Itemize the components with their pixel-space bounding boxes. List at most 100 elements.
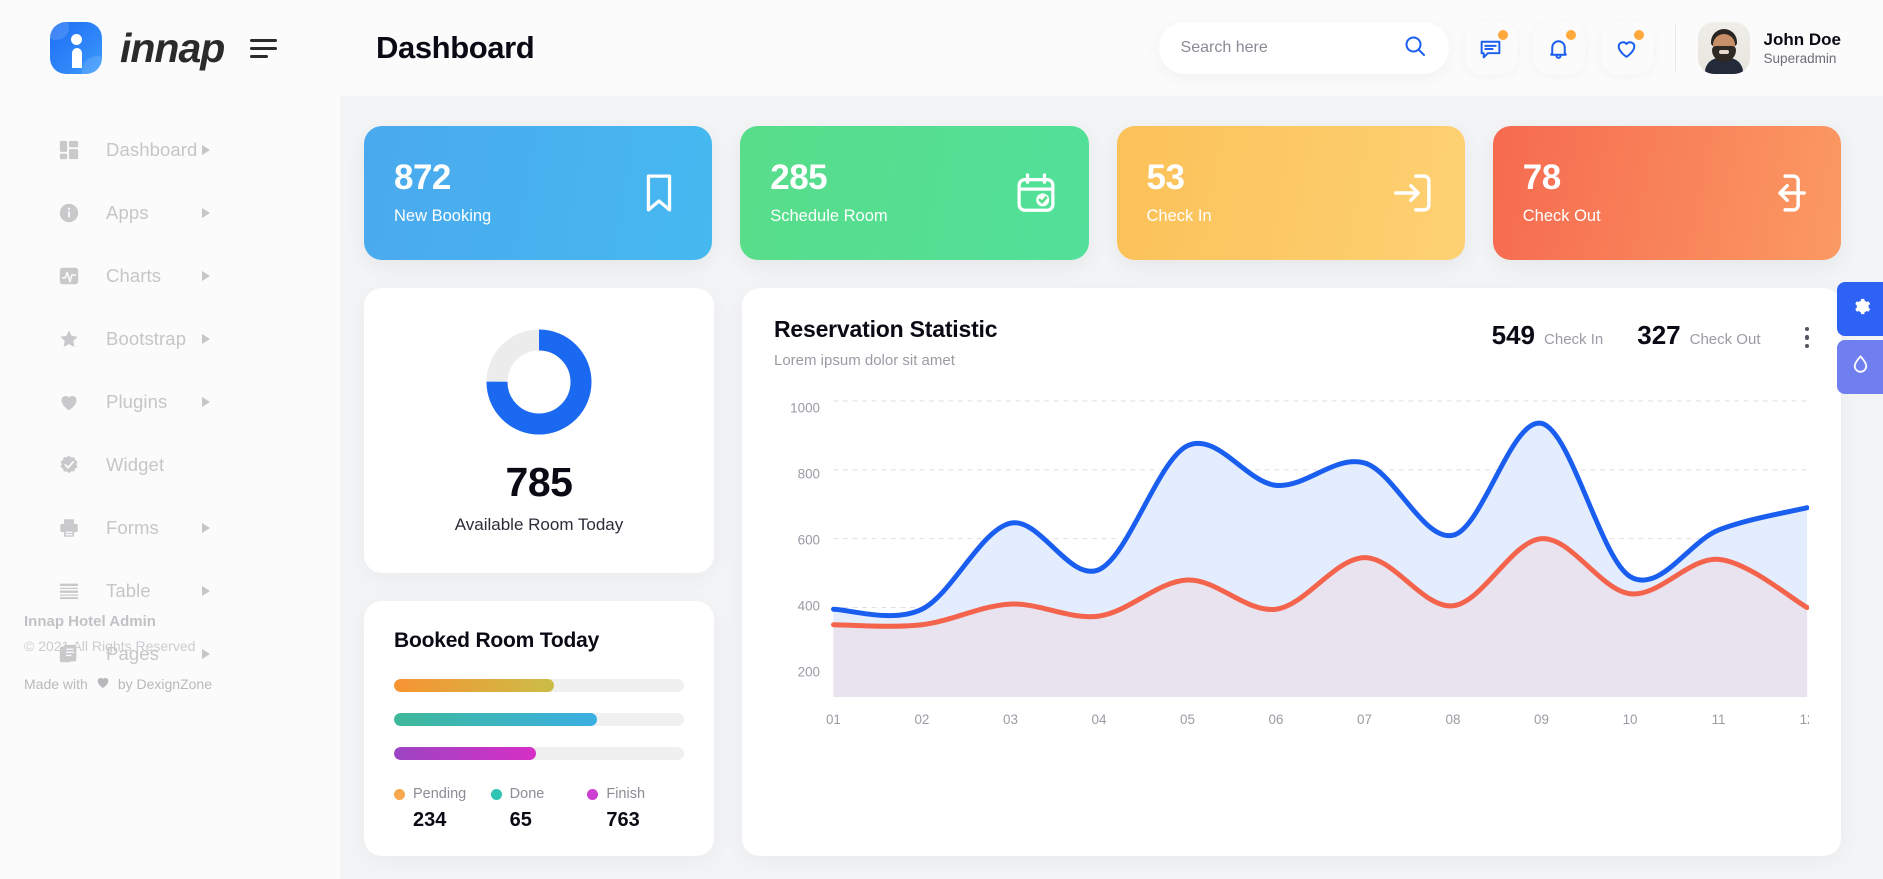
svg-text:01: 01: [826, 712, 841, 727]
badge-check-icon: [58, 454, 80, 476]
svg-text:09: 09: [1534, 712, 1549, 727]
search-icon[interactable]: [1403, 34, 1427, 63]
legend-item-done: Done 65: [490, 786, 588, 832]
svg-text:600: 600: [798, 533, 820, 548]
booked-room-title: Booked Room Today: [394, 629, 600, 652]
svg-text:07: 07: [1357, 712, 1372, 727]
legend-item-pending: Pending 234: [394, 786, 491, 832]
sidebar-item-label: Apps: [106, 201, 149, 223]
svg-text:06: 06: [1269, 712, 1284, 727]
header-actions: John Doe Superadmin: [1158, 22, 1883, 74]
legend-value: 65: [509, 809, 532, 831]
chart-summary-stats: 549 Check In 327 Check Out: [1492, 316, 1809, 351]
droplet-icon: [1849, 353, 1872, 381]
message-icon-button[interactable]: [1464, 22, 1517, 74]
sidebar-item-bootstrap[interactable]: Bootstrap: [0, 307, 340, 370]
svg-text:11: 11: [1712, 712, 1726, 727]
sidebar: Dashboard Apps Charts Bootstrap Plugins Widge…: [0, 96, 340, 879]
chart-stat-checkout-value: 327: [1637, 320, 1681, 350]
stat-cards-row: 872 New Booking 285 Schedule Room 53 Check In…: [364, 126, 1841, 260]
chevron-right-icon[interactable]: [202, 585, 210, 596]
chart-icon: [58, 265, 80, 287]
chevron-right-icon[interactable]: [202, 270, 210, 281]
available-room-donut: [484, 327, 594, 437]
sidebar-item-plugins[interactable]: Plugins: [0, 370, 340, 433]
stat-card-value: 53: [1146, 158, 1185, 197]
reservation-statistic-card: Reservation Statistic Lorem ipsum dolor …: [742, 288, 1841, 856]
brand-name: innap: [120, 24, 225, 71]
sidebar-item-widget[interactable]: Widget: [0, 433, 340, 496]
sidebar-item-charts[interactable]: Charts: [0, 244, 340, 307]
grid-icon: [58, 139, 80, 161]
bell-icon-button[interactable]: [1532, 22, 1585, 74]
available-room-caption: Available Room Today: [454, 514, 624, 534]
header-divider: [1674, 25, 1676, 71]
heart-icon-button[interactable]: [1600, 22, 1653, 74]
svg-text:04: 04: [1092, 712, 1107, 727]
svg-text:05: 05: [1180, 712, 1195, 727]
stat-card-label: New Booking: [394, 207, 492, 225]
sidebar-footer-credit: Made with by DexignZone: [24, 674, 212, 693]
stat-card-label: Check In: [1146, 207, 1212, 225]
sidebar-item-forms[interactable]: Forms: [0, 496, 340, 559]
progress-bar-fill: [394, 747, 537, 760]
sidebar-item-label: Plugins: [106, 390, 168, 412]
login-icon: [1389, 170, 1435, 216]
settings-gear-button[interactable]: [1837, 282, 1883, 336]
sidebar-item-dashboard[interactable]: Dashboard: [0, 118, 340, 181]
legend-item-finish: Finish 763: [587, 786, 684, 832]
booked-room-legend: Pending 234 Done 65 Finish 763: [394, 786, 684, 832]
svg-text:400: 400: [798, 599, 820, 614]
chevron-right-icon[interactable]: [202, 522, 210, 533]
chevron-right-icon[interactable]: [202, 396, 210, 407]
reservation-area-chart: 200 400 600 800 1000 01 02 03 04 05 06 07 08 09 10 11 12: [774, 387, 1810, 747]
user-name: John Doe: [1763, 29, 1841, 49]
chevron-right-icon[interactable]: [202, 207, 210, 218]
booked-room-bars: [394, 679, 684, 760]
chart-stat-checkin-label: Check In: [1544, 331, 1604, 348]
available-room-value: 785: [505, 458, 573, 505]
hamburger-icon[interactable]: [250, 38, 278, 58]
search-input[interactable]: [1180, 39, 1403, 57]
legend-label: Done: [509, 786, 545, 802]
svg-text:1000: 1000: [790, 401, 820, 416]
theme-color-button[interactable]: [1837, 340, 1883, 394]
sidebar-item-label: Table: [106, 579, 151, 601]
heart-badge: [1633, 30, 1644, 40]
progress-bar-fill: [394, 713, 597, 726]
chart-stat-checkout: 327 Check Out: [1637, 320, 1760, 351]
main-content: 872 New Booking 285 Schedule Room 53 Check In…: [340, 96, 1883, 879]
search-box[interactable]: [1158, 22, 1449, 74]
heart-icon: [95, 674, 111, 693]
stat-card-new-booking[interactable]: 872 New Booking: [364, 126, 713, 260]
star-icon: [58, 328, 80, 350]
heart-icon: [58, 391, 80, 413]
stat-card-check-in[interactable]: 53 Check In: [1116, 126, 1465, 260]
sidebar-item-label: Widget: [106, 453, 165, 475]
chevron-right-icon[interactable]: [202, 144, 210, 155]
list-icon: [58, 580, 80, 602]
logout-icon: [1765, 170, 1811, 216]
stat-card-schedule-room[interactable]: 285 Schedule Room: [740, 126, 1089, 260]
user-avatar: [1697, 22, 1750, 74]
chart-header: Reservation Statistic Lorem ipsum dolor …: [774, 316, 1809, 369]
gear-icon: [1849, 295, 1872, 323]
brand-area[interactable]: innap: [0, 0, 340, 96]
svg-text:800: 800: [798, 467, 820, 482]
chevron-right-icon[interactable]: [202, 333, 210, 344]
made-with-label: Made with: [24, 675, 88, 692]
sidebar-item-label: Dashboard: [106, 138, 198, 160]
sidebar-nav: Dashboard Apps Charts Bootstrap Plugins Widge…: [0, 118, 340, 685]
sidebar-item-apps[interactable]: Apps: [0, 181, 340, 244]
svg-text:200: 200: [798, 665, 820, 680]
credit-label: by DexignZone: [117, 675, 212, 692]
stat-card-check-out[interactable]: 78 Check Out: [1492, 126, 1841, 260]
user-role: Superadmin: [1763, 50, 1837, 66]
kebab-menu-icon[interactable]: [1804, 323, 1809, 349]
legend-dot: [394, 788, 405, 800]
sidebar-footer-copyright: © 2021 All Rights Reserved: [24, 638, 196, 654]
user-profile[interactable]: John Doe Superadmin: [1697, 22, 1841, 74]
svg-text:03: 03: [1003, 712, 1018, 727]
legend-value: 763: [606, 809, 640, 831]
sidebar-item-label: Forms: [106, 516, 159, 538]
